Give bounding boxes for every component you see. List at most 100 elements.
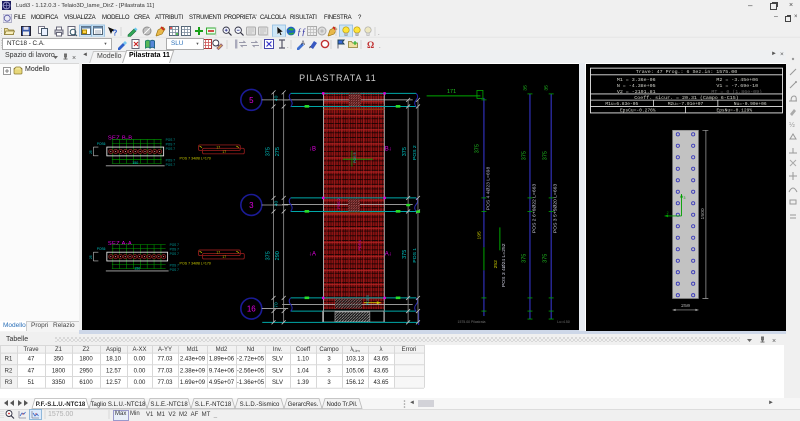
svg-text:171: 171 — [447, 89, 456, 95]
svg-text:M1 = 3.36e-06: M1 = 3.36e-06 — [617, 77, 656, 83]
svg-text:43.65: 43.65 — [373, 357, 389, 363]
svg-text:103.13: 103.13 — [346, 357, 365, 363]
svg-text:Nu=-0.90e+06: Nu=-0.90e+06 — [734, 101, 767, 107]
svg-text:POS 7: POS 7 — [170, 264, 180, 268]
svg-text:1800: 1800 — [79, 357, 93, 363]
svg-text:Inv.: Inv. — [273, 347, 283, 353]
svg-text:POS 5: POS 5 — [366, 295, 370, 305]
svg-text:R3: R3 — [5, 380, 13, 386]
svg-text:3: 3 — [327, 380, 331, 386]
svg-text:POS6: POS6 — [97, 142, 106, 146]
svg-text:POS 2: POS 2 — [412, 145, 418, 160]
svg-text:375: 375 — [266, 147, 272, 156]
svg-text:2: 2 — [667, 211, 669, 215]
svg-text:350: 350 — [53, 357, 64, 363]
svg-text:½: ½ — [789, 121, 795, 129]
svg-text:Lu=4.50: Lu=4.50 — [557, 320, 570, 324]
svg-text:R1: R1 — [5, 357, 13, 363]
svg-text:Ω: Ω — [367, 40, 374, 50]
svg-text:43.65: 43.65 — [373, 368, 389, 374]
svg-text:GerarcRes.: GerarcRes. — [288, 402, 319, 408]
svg-text:77.03: 77.03 — [157, 380, 173, 386]
svg-text:POS 4: POS 4 — [358, 240, 362, 250]
svg-text:0.00: 0.00 — [134, 380, 146, 386]
svg-text:Z1: Z1 — [55, 347, 63, 353]
svg-text:Coeff: Coeff — [296, 347, 311, 353]
svg-text:↓A: ↓A — [309, 251, 316, 257]
svg-text:35: 35 — [522, 85, 528, 91]
svg-text:POS6: POS6 — [97, 247, 106, 251]
svg-text:Z2: Z2 — [82, 347, 90, 353]
svg-text:POS 2: POS 2 — [337, 198, 341, 208]
svg-text:Campo: Campo — [319, 347, 339, 353]
svg-text:290: 290 — [275, 251, 281, 260]
svg-text:-1.36e+05: -1.36e+05 — [237, 380, 265, 386]
svg-text:70: 70 — [274, 302, 280, 308]
svg-text:POS 7: POS 7 — [166, 163, 176, 167]
svg-text:POS 1: POS 1 — [412, 248, 418, 263]
svg-text:17: 17 — [222, 150, 226, 154]
svg-text:N = -4.38e+05: N = -4.38e+05 — [617, 83, 656, 89]
svg-text:S.L.E.-NTC18: S.L.E.-NTC18 — [150, 402, 188, 408]
svg-text:-2.56e+05: -2.56e+05 — [237, 368, 265, 374]
svg-text:x: x — [22, 411, 24, 416]
svg-text:M2u=-7.01e+07: M2u=-7.01e+07 — [668, 101, 704, 107]
svg-text:POS 7: POS 7 — [166, 138, 176, 142]
svg-text:5: 5 — [249, 96, 254, 105]
svg-text:16: 16 — [247, 305, 256, 314]
svg-text:Md1: Md1 — [187, 347, 199, 353]
svg-text:-2.72e+05: -2.72e+05 — [237, 357, 265, 363]
svg-text:×: × — [772, 338, 776, 345]
svg-text:λ: λ — [380, 347, 383, 353]
svg-text:17: 17 — [216, 145, 220, 149]
svg-text:POS 3: POS 3 — [353, 152, 357, 162]
svg-text:POS 7: POS 7 — [170, 252, 180, 256]
svg-text:Errori: Errori — [402, 347, 417, 353]
svg-text:SLV: SLV — [272, 357, 283, 363]
svg-text:17: 17 — [222, 255, 226, 259]
svg-text:λLim: λLim — [350, 347, 360, 353]
svg-text:3: 3 — [327, 357, 331, 363]
svg-text:POS 2 6+6Ø22 L=663: POS 2 6+6Ø22 L=663 — [531, 184, 537, 233]
svg-text:↓B: ↓B — [309, 147, 316, 153]
svg-text:25: 25 — [89, 255, 93, 259]
svg-text:2950: 2950 — [79, 368, 93, 374]
svg-text:150: 150 — [134, 266, 140, 270]
svg-text:375: 375 — [474, 144, 480, 153]
svg-text:S.L.D.-Sismico: S.L.D.-Sismico — [240, 402, 280, 408]
svg-text:POS 3 4Ø24 L=252: POS 3 4Ø24 L=252 — [501, 243, 507, 287]
svg-text:150: 150 — [132, 161, 138, 165]
svg-text:3350: 3350 — [52, 380, 66, 386]
svg-text:25: 25 — [89, 150, 93, 154]
svg-text:x: x — [35, 411, 37, 416]
svg-text:POS 7: POS 7 — [170, 268, 180, 272]
svg-text:SEZ B-B: SEZ B-B — [108, 136, 133, 142]
svg-text:Taglio S.L.U.-NTC18: Taglio S.L.U.-NTC18 — [90, 402, 146, 408]
svg-text:1500: 1500 — [700, 208, 706, 219]
svg-text:M2 = -3.45e+06: M2 = -3.45e+06 — [716, 77, 758, 83]
svg-text:1.39: 1.39 — [297, 380, 309, 386]
svg-text:40: 40 — [274, 200, 280, 206]
svg-text:35: 35 — [544, 85, 550, 91]
svg-text:375: 375 — [402, 250, 408, 259]
svg-text:POS 7 34Ø8 L=170: POS 7 34Ø8 L=170 — [180, 157, 211, 161]
svg-text:375: 375 — [402, 147, 408, 156]
svg-text:195: 195 — [476, 231, 482, 240]
svg-text:9.74e+06: 9.74e+06 — [209, 368, 235, 374]
svg-text:P.F.-S.L.U.-NTC18: P.F.-S.L.U.-NTC18 — [36, 402, 86, 408]
svg-text:?: ? — [113, 29, 118, 38]
svg-text:PILASTRATA 11: PILASTRATA 11 — [299, 73, 377, 83]
svg-text:77.03: 77.03 — [157, 368, 173, 374]
svg-text:A: A — [301, 41, 305, 47]
svg-text:47: 47 — [28, 368, 35, 374]
svg-text:POS 7: POS 7 — [170, 248, 180, 252]
svg-text:×: × — [72, 55, 76, 62]
svg-text:POS 7 34Ø8 L=170: POS 7 34Ø8 L=170 — [180, 262, 211, 266]
svg-text:252: 252 — [493, 260, 499, 269]
svg-text:EpsCu=-0.276%: EpsCu=-0.276% — [620, 108, 656, 114]
svg-text:Trave: Trave — [23, 347, 39, 353]
svg-text:105.06: 105.06 — [346, 368, 365, 374]
svg-text:3: 3 — [249, 201, 254, 210]
svg-text:1800: 1800 — [52, 368, 66, 374]
svg-text:156.12: 156.12 — [346, 380, 365, 386]
